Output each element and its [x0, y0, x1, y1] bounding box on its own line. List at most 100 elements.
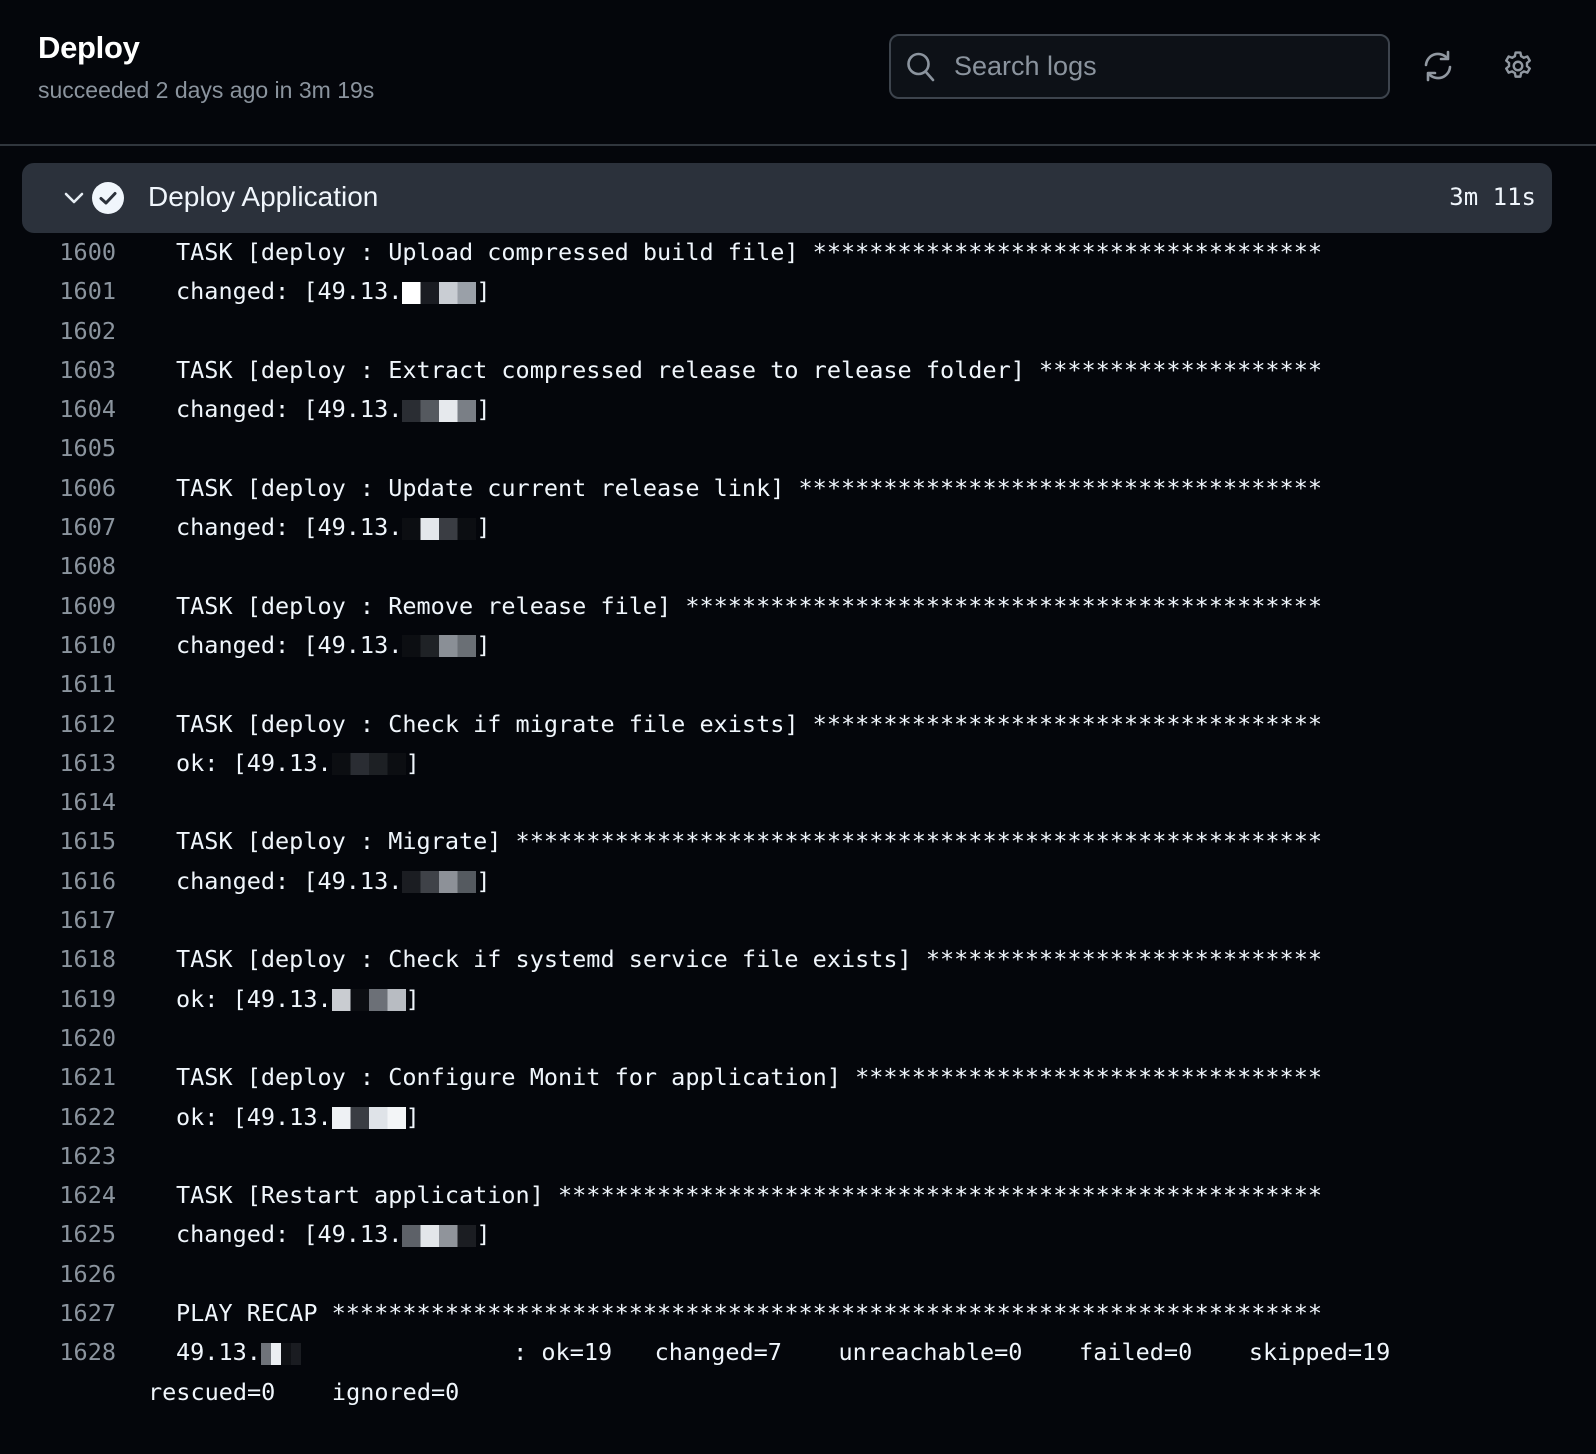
line-number[interactable]: 1620: [0, 1019, 116, 1058]
redacted-ip: [331, 1107, 406, 1130]
log-line: 1615 TASK [deploy : Migrate] ************…: [0, 822, 1596, 861]
line-number[interactable]: 1607: [0, 508, 116, 547]
log-line: 1625 changed: [49.13.]: [0, 1215, 1596, 1254]
line-number[interactable]: 1625: [0, 1215, 116, 1254]
line-number[interactable]: 1604: [0, 390, 116, 429]
log-line: 1601 changed: [49.13.]: [0, 272, 1596, 311]
line-number[interactable]: 1621: [0, 1058, 116, 1097]
step-deploy-application[interactable]: Deploy Application 3m 11s: [22, 163, 1552, 233]
line-number[interactable]: 1615: [0, 822, 116, 861]
redacted-ip: [402, 635, 477, 658]
log-line: 1603 TASK [deploy : Extract compressed re…: [0, 351, 1596, 390]
log-line: 1610 changed: [49.13.]: [0, 626, 1596, 665]
line-number[interactable]: 1628: [0, 1333, 116, 1372]
log-line: 1613 ok: [49.13.]: [0, 744, 1596, 783]
line-number[interactable]: 1618: [0, 940, 116, 979]
line-number[interactable]: 1619: [0, 980, 116, 1019]
log-text: ok: [49.13.]: [176, 984, 420, 1013]
log-text: changed: [49.13.]: [176, 277, 491, 306]
log-line: 1623: [0, 1137, 1596, 1176]
log-text: TASK [deploy : Remove release file] ****…: [176, 591, 1323, 620]
log-line: 1622 ok: [49.13.]: [0, 1098, 1596, 1137]
log-line: 1609 TASK [deploy : Remove release file] …: [0, 587, 1596, 626]
log-text: changed: [49.13.]: [176, 630, 491, 659]
log-text: TASK [deploy : Check if systemd service …: [176, 945, 1323, 974]
step-name: Deploy Application: [148, 181, 379, 212]
log-line: 1624 TASK [Restart application] *********…: [0, 1176, 1596, 1215]
log-line: 1604 changed: [49.13.]: [0, 390, 1596, 429]
job-title: Deploy: [38, 30, 140, 65]
line-number[interactable]: 1603: [0, 351, 116, 390]
line-number[interactable]: 1622: [0, 1098, 116, 1137]
redacted-ip: [402, 1224, 477, 1247]
log-line: 1628 49.13. : ok=19 changed=7 unreachable…: [0, 1333, 1596, 1372]
line-number[interactable]: 1610: [0, 626, 116, 665]
log-text: TASK [deploy : Configure Monit for appli…: [176, 1063, 1323, 1092]
log-line: 1608: [0, 547, 1596, 586]
log-text: TASK [deploy : Upload compressed build f…: [176, 238, 1323, 266]
chevron-down-icon[interactable]: [62, 186, 86, 210]
log-line: 1606 TASK [deploy : Update current releas…: [0, 469, 1596, 508]
line-number[interactable]: 1609: [0, 587, 116, 626]
redacted-ip: [331, 989, 406, 1012]
redacted-ip: [260, 1342, 301, 1365]
redacted-ip: [402, 517, 477, 540]
gear-icon: [1505, 51, 1531, 78]
line-number[interactable]: 1616: [0, 862, 116, 901]
log-text: TASK [deploy : Check if migrate file exi…: [176, 709, 1323, 738]
search-logs-field[interactable]: [889, 34, 1390, 99]
search-logs-input[interactable]: [952, 50, 1376, 83]
log-line: 1614: [0, 783, 1596, 822]
redacted-ip: [331, 753, 406, 776]
log-line: 1600 TASK [deploy : Upload compressed bui…: [0, 233, 1596, 272]
log-line: 1602: [0, 312, 1596, 351]
success-check-icon: [92, 182, 124, 214]
log-line: 1619 ok: [49.13.]: [0, 980, 1596, 1019]
line-number[interactable]: 1601: [0, 272, 116, 311]
log-line: 1611: [0, 665, 1596, 704]
log-text: TASK [Restart application] *************…: [176, 1181, 1323, 1210]
log-text: ok: [49.13.]: [176, 748, 420, 777]
redacted-ip: [402, 871, 477, 894]
line-number[interactable]: 1613: [0, 744, 116, 783]
log-text: PLAY RECAP *****************************…: [176, 1299, 1323, 1328]
line-number[interactable]: 1617: [0, 901, 116, 940]
job-header: Deploy succeeded 2 days ago in 3m 19s: [0, 0, 1596, 146]
line-number[interactable]: 1612: [0, 705, 116, 744]
refresh-button[interactable]: [1418, 44, 1458, 88]
log-line: 1607 changed: [49.13.]: [0, 508, 1596, 547]
line-number[interactable]: 1606: [0, 469, 116, 508]
log-line: 1621 TASK [deploy : Configure Monit for a…: [0, 1058, 1596, 1097]
settings-button[interactable]: [1498, 44, 1538, 88]
log-line: rescued=0 ignored=0: [0, 1373, 1596, 1412]
log-line: 1627 PLAY RECAP *************************…: [0, 1294, 1596, 1333]
log-text: TASK [deploy : Extract compressed releas…: [176, 355, 1323, 384]
redacted-ip: [402, 399, 477, 422]
log-text: changed: [49.13.]: [176, 1220, 491, 1249]
line-number[interactable]: 1611: [0, 665, 116, 704]
search-icon: [907, 52, 935, 81]
refresh-icon: [1424, 50, 1452, 82]
log-line: 1618 TASK [deploy : Check if systemd serv…: [0, 940, 1596, 979]
redacted-ip: [402, 281, 477, 304]
log-output: 15991600TASK [deploy : Upload compressed…: [0, 214, 1596, 1454]
line-number[interactable]: 1602: [0, 312, 116, 351]
log-text: TASK [deploy : Migrate] ****************…: [176, 827, 1323, 856]
line-number[interactable]: 1608: [0, 547, 116, 586]
job-status-summary: succeeded 2 days ago in 3m 19s: [38, 77, 375, 103]
line-number[interactable]: 1614: [0, 783, 116, 822]
log-line: 1620: [0, 1019, 1596, 1058]
line-number[interactable]: 1605: [0, 429, 116, 468]
line-number[interactable]: 1600: [0, 233, 116, 272]
log-line: 1612 TASK [deploy : Check if migrate file…: [0, 705, 1596, 744]
line-number[interactable]: 1626: [0, 1255, 116, 1294]
log-line: 1626: [0, 1255, 1596, 1294]
log-line: 1616 changed: [49.13.]: [0, 862, 1596, 901]
log-text: changed: [49.13.]: [176, 866, 491, 895]
log-text: 49.13. : ok=19 changed=7 unreachable=0 f…: [176, 1338, 1391, 1367]
log-text: ok: [49.13.]: [176, 1102, 420, 1131]
line-number[interactable]: 1623: [0, 1137, 116, 1176]
line-number[interactable]: 1624: [0, 1176, 116, 1215]
log-line: 1605: [0, 429, 1596, 468]
line-number[interactable]: 1627: [0, 1294, 116, 1333]
